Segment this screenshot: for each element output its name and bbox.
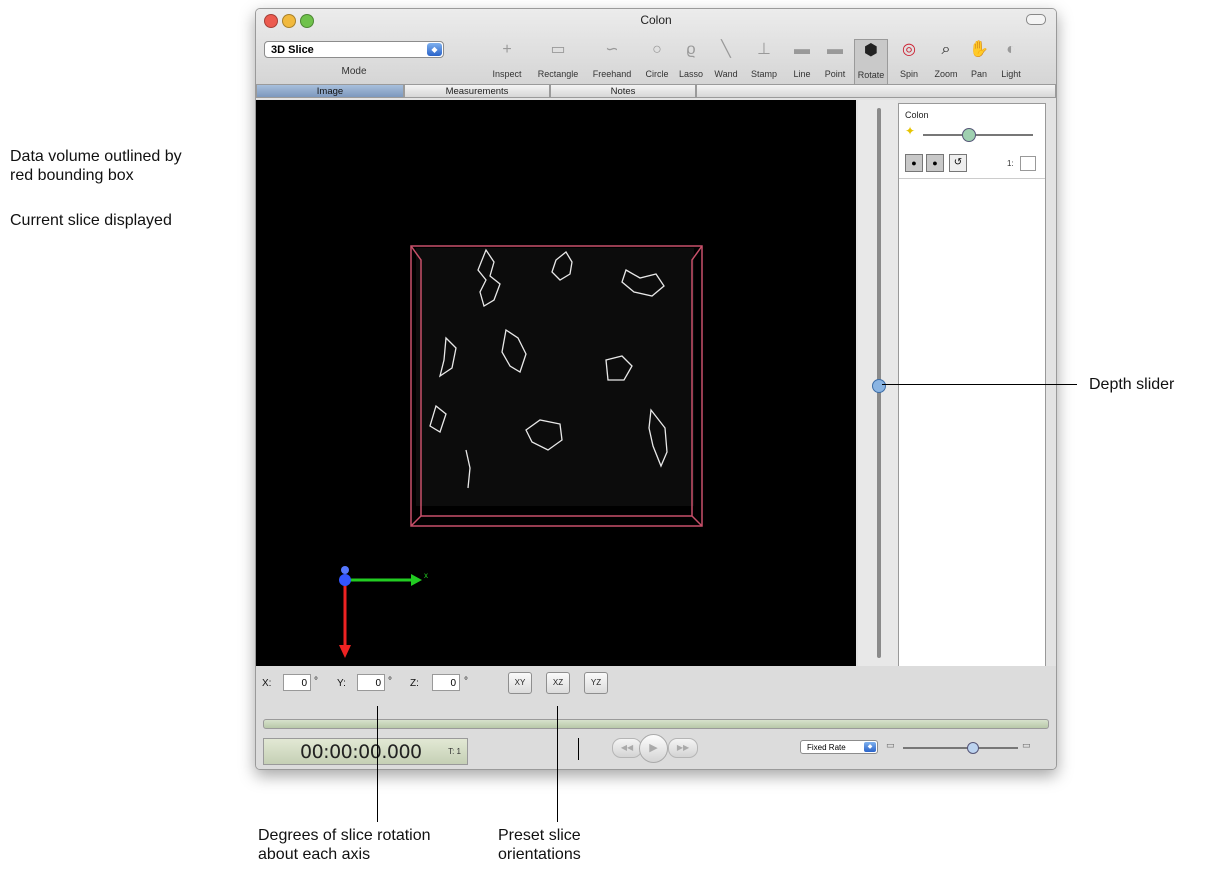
- timecode-display: 00:00:00.000 T: 1: [263, 738, 468, 765]
- mode-select[interactable]: 3D Slice ◆: [264, 41, 444, 58]
- channel-button-1[interactable]: ●: [905, 154, 923, 172]
- tab-bar-filler: [696, 84, 1056, 98]
- tool-circle[interactable]: ○ Circle: [642, 39, 672, 85]
- panel-t-label: 1:: [1007, 159, 1014, 168]
- speed-slider-knob[interactable]: [967, 742, 979, 754]
- rotation-z-label: Z:: [410, 678, 419, 689]
- svg-text:x: x: [424, 571, 428, 580]
- panel-t-field[interactable]: [1020, 156, 1036, 171]
- tab-measurements[interactable]: Measurements: [404, 84, 550, 98]
- panel-title: Colon: [905, 110, 929, 120]
- sun-icon: ✦: [905, 124, 916, 138]
- rotation-y-label: Y:: [337, 678, 346, 689]
- timecode: 00:00:00.000: [300, 741, 422, 763]
- depth-slider-knob[interactable]: [872, 379, 886, 393]
- magnifier-icon: ⌕: [941, 41, 951, 58]
- slice-image: [416, 248, 694, 506]
- window-title: Colon: [640, 13, 672, 27]
- rotation-x-field[interactable]: 0: [283, 674, 311, 691]
- panel-divider: [899, 178, 1045, 179]
- degree-symbol-z: °: [464, 676, 468, 687]
- annotation-presets: Preset slice orientations: [498, 827, 581, 863]
- volume-render: x: [339, 245, 703, 658]
- rotation-z-field[interactable]: 0: [432, 674, 460, 691]
- spin-icon: ◎: [902, 41, 916, 58]
- brightness-slider-track[interactable]: [923, 134, 1033, 136]
- tool-light[interactable]: ◐ Light: [996, 39, 1026, 85]
- toolbar-toggle-button[interactable]: [1026, 14, 1046, 25]
- rotation-x-label: X:: [262, 678, 272, 689]
- hand-icon: ✋: [969, 41, 989, 58]
- chevron-updown-icon: ◆: [864, 742, 876, 752]
- rectangle-icon: ▭: [550, 41, 566, 58]
- text-cursor: [578, 738, 579, 760]
- preset-xy-button[interactable]: XY: [508, 672, 532, 694]
- point-icon: ▬: [827, 41, 843, 58]
- depth-slider-callout: [882, 384, 1077, 385]
- playback-rate-select[interactable]: Fixed Rate ◆: [800, 740, 878, 754]
- degree-symbol-y: °: [388, 676, 392, 687]
- play-button[interactable]: ▶: [639, 734, 668, 763]
- tool-inspect[interactable]: + Inspect: [488, 39, 526, 85]
- tool-zoom[interactable]: ⌕ Zoom: [930, 39, 962, 85]
- stamp-icon: ⊥: [757, 41, 771, 58]
- wand-icon: ╲: [721, 41, 731, 58]
- tab-bar: Image Measurements Notes: [256, 84, 1056, 98]
- playback-rate-value: Fixed Rate: [807, 743, 846, 752]
- freehand-icon: ∽: [605, 41, 619, 58]
- circle-icon: ○: [652, 41, 662, 58]
- slow-icon: ▭: [886, 740, 895, 750]
- cube-icon: ⬢: [864, 42, 878, 59]
- timepoint-label: T: 1: [448, 747, 461, 756]
- preset-xz-button[interactable]: XZ: [546, 672, 570, 694]
- light-icon: ◐: [1006, 41, 1016, 58]
- tool-lasso[interactable]: ϱ Lasso: [676, 39, 706, 85]
- line-icon: ▬: [794, 41, 810, 58]
- lasso-icon: ϱ: [686, 41, 696, 58]
- app-window: Colon 3D Slice ◆ Mode + Inspect ▭ Rectan…: [255, 8, 1057, 770]
- title-bar: Colon 3D Slice ◆ Mode + Inspect ▭ Rectan…: [256, 9, 1056, 98]
- tool-line[interactable]: ▬ Line: [788, 39, 816, 85]
- degree-symbol-x: °: [314, 676, 318, 687]
- tool-rectangle[interactable]: ▭ Rectangle: [534, 39, 582, 85]
- rotation-y-field[interactable]: 0: [357, 674, 385, 691]
- channel-button-2[interactable]: ●: [926, 154, 944, 172]
- step-back-button[interactable]: ◀◀: [612, 738, 642, 758]
- tool-stamp[interactable]: ⊥ Stamp: [746, 39, 782, 85]
- annotation-bounding-box: Data volume outlined by red bounding box: [10, 148, 182, 184]
- annotation-current-slice: Current slice displayed: [10, 212, 172, 229]
- transport-controls: ◀◀ ▶▶ ▶: [612, 734, 698, 763]
- tool-wand[interactable]: ╲ Wand: [712, 39, 740, 85]
- annotation-depth-slider: Depth slider: [1089, 376, 1175, 393]
- tab-image[interactable]: Image: [256, 84, 404, 98]
- depth-slider[interactable]: [858, 100, 898, 666]
- brightness-slider-knob[interactable]: [962, 128, 976, 142]
- mode-select-value: 3D Slice: [271, 44, 314, 56]
- timeline-progress[interactable]: [263, 719, 1049, 729]
- crosshair-icon: +: [502, 41, 512, 58]
- tool-spin[interactable]: ◎ Spin: [894, 39, 924, 85]
- presets-callout: [557, 706, 558, 822]
- chevron-updown-icon: ◆: [427, 43, 442, 56]
- tool-point[interactable]: ▬ Point: [820, 39, 850, 85]
- fast-icon: ▭: [1022, 740, 1031, 750]
- mode-label: Mode: [341, 66, 367, 77]
- axes-gizmo: x: [339, 566, 428, 658]
- tab-notes[interactable]: Notes: [550, 84, 696, 98]
- reset-button[interactable]: ↺: [949, 154, 967, 172]
- tool-rotate[interactable]: ⬢ Rotate: [854, 39, 888, 85]
- tool-pan[interactable]: ✋ Pan: [966, 39, 992, 85]
- channel-panel: Colon ✦ ● ● ↺ 1:: [898, 103, 1046, 711]
- speed-slider-track[interactable]: [903, 747, 1018, 749]
- step-forward-button[interactable]: ▶▶: [668, 738, 698, 758]
- annotation-rotation: Degrees of slice rotation about each axi…: [258, 827, 431, 863]
- volume-viewer[interactable]: x: [256, 100, 856, 666]
- rotation-callout: [377, 706, 378, 822]
- preset-yz-button[interactable]: YZ: [584, 672, 608, 694]
- tool-freehand[interactable]: ∽ Freehand: [590, 39, 634, 85]
